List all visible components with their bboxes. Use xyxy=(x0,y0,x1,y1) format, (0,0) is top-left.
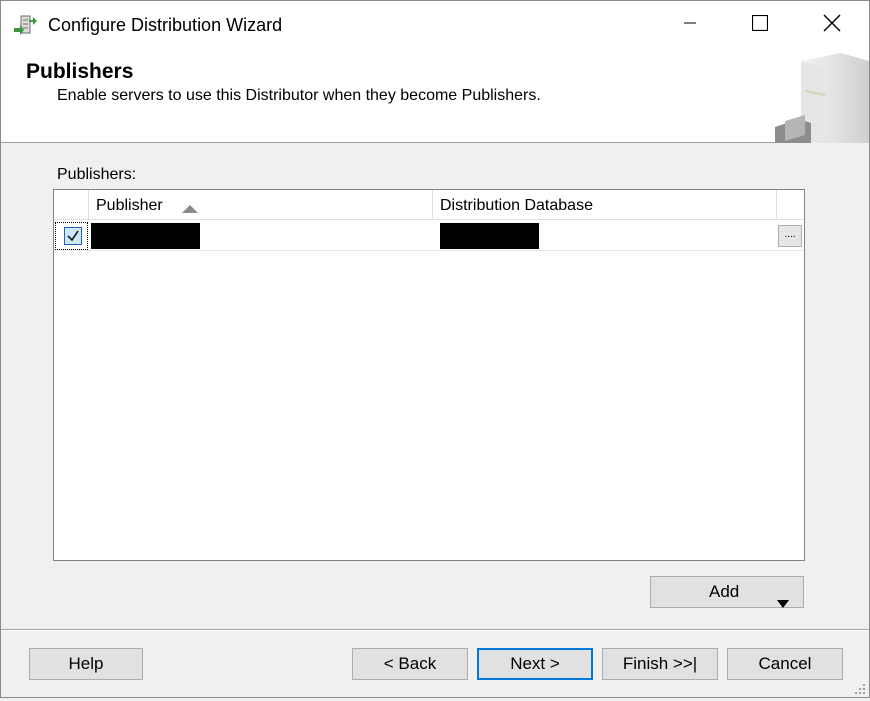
help-button[interactable]: Help xyxy=(29,648,143,680)
page-header: Publishers Enable servers to use this Di… xyxy=(1,49,869,143)
minimize-button[interactable] xyxy=(655,1,725,49)
column-separator[interactable] xyxy=(88,190,89,220)
wizard-window: Configure Distribution Wizard Publishers… xyxy=(0,0,870,698)
maximize-button[interactable] xyxy=(725,1,795,49)
column-separator[interactable] xyxy=(432,190,433,220)
row-checkbox-cell[interactable] xyxy=(55,222,88,250)
server-graphic-icon xyxy=(771,51,869,143)
dropdown-caret-icon xyxy=(777,588,789,608)
title-bar: Configure Distribution Wizard xyxy=(1,1,869,49)
page-subtitle: Enable servers to use this Distributor w… xyxy=(57,87,541,104)
publisher-checkbox[interactable] xyxy=(64,227,82,245)
column-header-publisher[interactable]: Publisher xyxy=(96,197,163,215)
browse-button[interactable]: .... xyxy=(778,225,802,247)
next-button[interactable]: Next > xyxy=(477,648,593,680)
back-button[interactable]: < Back xyxy=(352,648,468,680)
page-title: Publishers xyxy=(26,60,134,83)
table-row[interactable]: .... xyxy=(54,221,804,251)
publishers-grid[interactable]: Publisher Distribution Database .... xyxy=(53,189,805,561)
close-button[interactable] xyxy=(797,1,867,49)
column-header-distribution-database[interactable]: Distribution Database xyxy=(440,197,593,215)
distribution-database-redacted xyxy=(440,223,539,249)
resize-grip-icon[interactable] xyxy=(853,682,867,696)
grid-header: Publisher Distribution Database xyxy=(54,190,804,220)
column-separator[interactable] xyxy=(776,190,777,220)
add-button[interactable]: Add xyxy=(650,576,804,608)
wizard-app-icon xyxy=(13,13,39,37)
checkmark-icon xyxy=(67,230,79,242)
publishers-label: Publishers: xyxy=(57,166,137,183)
sort-ascending-icon xyxy=(181,201,199,213)
close-icon xyxy=(823,14,841,37)
publisher-name-redacted xyxy=(91,223,200,249)
finish-button[interactable]: Finish >>| xyxy=(602,648,718,680)
cancel-button[interactable]: Cancel xyxy=(727,648,843,680)
window-title: Configure Distribution Wizard xyxy=(48,15,283,35)
footer-divider-highlight xyxy=(1,630,869,631)
add-button-label: Add xyxy=(709,582,740,601)
minimize-icon xyxy=(684,16,696,34)
maximize-icon xyxy=(751,14,769,36)
